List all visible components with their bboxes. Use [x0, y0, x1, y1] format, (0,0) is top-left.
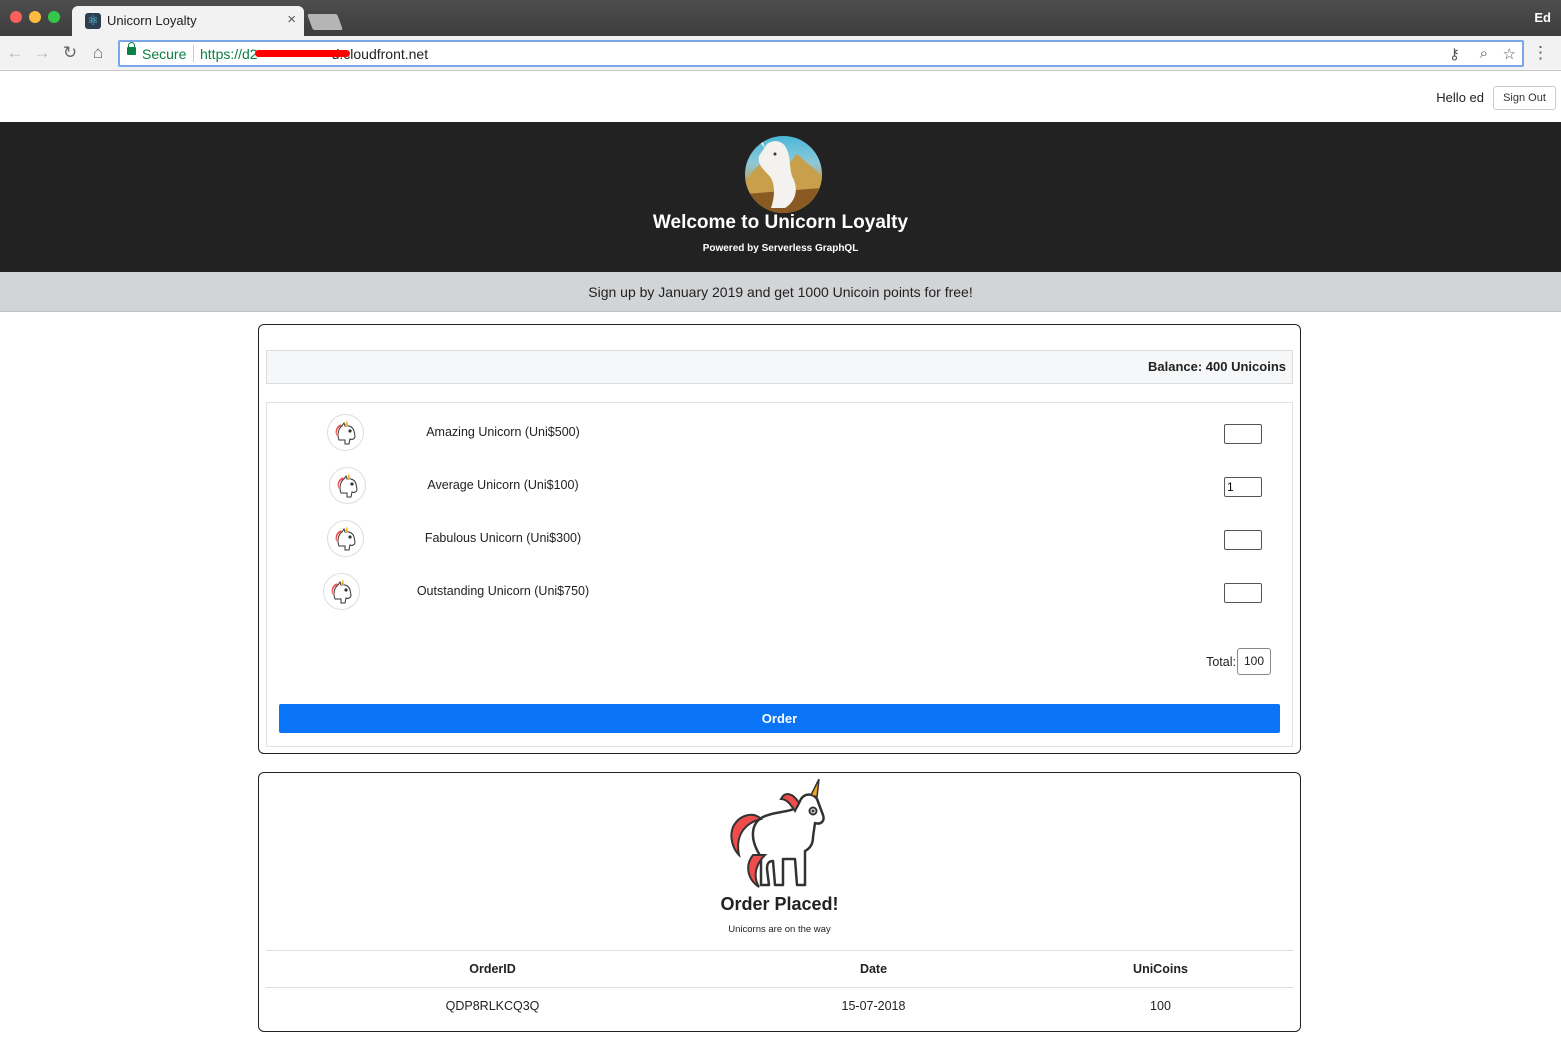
order-placed-title: Order Placed!: [720, 894, 839, 914]
browser-tab[interactable]: ⚛ Unicorn Loyalty ×: [72, 6, 304, 36]
product-row-outstanding: Outstanding Unicorn (Uni$750): [267, 573, 1292, 613]
page-title: Welcome to Unicorn Loyalty: [652, 212, 909, 233]
maximize-window-button[interactable]: [48, 11, 60, 23]
unicorn-icon: [329, 467, 366, 504]
profile-button[interactable]: Ed: [1534, 10, 1551, 25]
product-row-average: Average Unicorn (Uni$100): [267, 467, 1292, 507]
product-row-amazing: Amazing Unicorn (Uni$500): [267, 414, 1292, 454]
order-placed-subtitle: Unicorns are on the way: [728, 924, 831, 935]
order-card: Balance: 400 Unicoins Amazing Unicorn (U…: [258, 324, 1301, 754]
page-subtitle: Powered by Serverless GraphQL: [702, 243, 859, 254]
address-bar[interactable]: Secure https://d2 d.cloudfront.net ⚷ ⌕ ☆: [118, 40, 1524, 67]
zoom-icon[interactable]: ⌕: [1480, 45, 1488, 62]
secure-label: Secure: [142, 46, 187, 62]
quantity-input-outstanding[interactable]: [1224, 583, 1262, 603]
product-label: Amazing Unicorn (Uni$500): [426, 425, 580, 439]
order-confirmation-card: Order Placed! Unicorns are on the way Or…: [258, 772, 1301, 1032]
product-label: Average Unicorn (Uni$100): [427, 478, 579, 492]
sign-out-button[interactable]: Sign Out: [1493, 86, 1556, 110]
balance-bar: Balance: 400 Unicoins: [266, 350, 1293, 384]
quantity-input-amazing[interactable]: [1224, 424, 1262, 444]
unicorn-icon: [327, 414, 364, 451]
order-date-cell: 15-07-2018: [841, 998, 906, 1013]
product-list: Amazing Unicorn (Uni$500) Average Unicor…: [266, 402, 1293, 747]
home-icon[interactable]: ⌂: [88, 43, 108, 63]
total-value: 100: [1237, 648, 1271, 675]
new-tab-button[interactable]: [307, 14, 343, 30]
table-row: QDP8RLKCQ3Q 15-07-2018 100: [266, 988, 1293, 1024]
url-prefix: https://d2: [200, 46, 258, 62]
star-icon[interactable]: ☆: [1503, 45, 1516, 63]
promo-banner: Sign up by January 2019 and get 1000 Uni…: [0, 272, 1561, 312]
url-separator: [193, 45, 194, 62]
greeting-text: Hello ed: [1436, 90, 1484, 105]
table-header-row: OrderID Date UniCoins: [266, 950, 1293, 988]
kebab-menu-icon[interactable]: ⋮: [1532, 43, 1549, 63]
column-header-unicoins: UniCoins: [1027, 950, 1293, 988]
quantity-input-average[interactable]: [1224, 477, 1262, 497]
product-label: Outstanding Unicorn (Uni$750): [416, 584, 590, 598]
total-label: Total:: [1206, 655, 1236, 669]
react-favicon-icon: ⚛: [85, 13, 101, 29]
lock-icon: [127, 42, 136, 55]
tab-title: Unicorn Loyalty: [107, 13, 197, 28]
page-content: Hello ed Sign Out Welcome to Unicorn Loy…: [0, 72, 1561, 1055]
forward-arrow-icon[interactable]: →: [32, 43, 52, 63]
key-icon[interactable]: ⚷: [1449, 45, 1460, 63]
order-id-cell: QDP8RLKCQ3Q: [445, 998, 540, 1013]
order-unicoins-cell: 100: [1150, 998, 1171, 1013]
order-button[interactable]: Order: [279, 704, 1280, 733]
browser-titlebar: ⚛ Unicorn Loyalty × Ed: [0, 0, 1561, 36]
reload-icon[interactable]: ↻: [60, 43, 80, 63]
url-redaction-mark: [255, 50, 350, 57]
column-header-date: Date: [719, 950, 1028, 988]
column-header-orderid: OrderID: [266, 950, 720, 988]
order-table: OrderID Date UniCoins QDP8RLKCQ3Q 15-07-…: [266, 950, 1293, 1024]
back-arrow-icon[interactable]: ←: [5, 43, 25, 63]
product-label: Fabulous Unicorn (Uni$300): [424, 531, 582, 545]
unicorn-icon: [323, 573, 360, 610]
quantity-input-fabulous[interactable]: [1224, 530, 1262, 550]
hero-banner: Welcome to Unicorn Loyalty Powered by Se…: [0, 122, 1561, 272]
product-row-fabulous: Fabulous Unicorn (Uni$300): [267, 520, 1292, 560]
unicorn-icon: [327, 520, 364, 557]
browser-toolbar: ← → ↻ ⌂ Secure https://d2 d.cloudfront.ne…: [0, 36, 1561, 71]
tab-close-icon[interactable]: ×: [287, 11, 296, 28]
close-window-button[interactable]: [10, 11, 22, 23]
unicorn-avatar: [745, 136, 822, 213]
unicorn-illustration-icon: [725, 778, 829, 891]
minimize-window-button[interactable]: [29, 11, 41, 23]
